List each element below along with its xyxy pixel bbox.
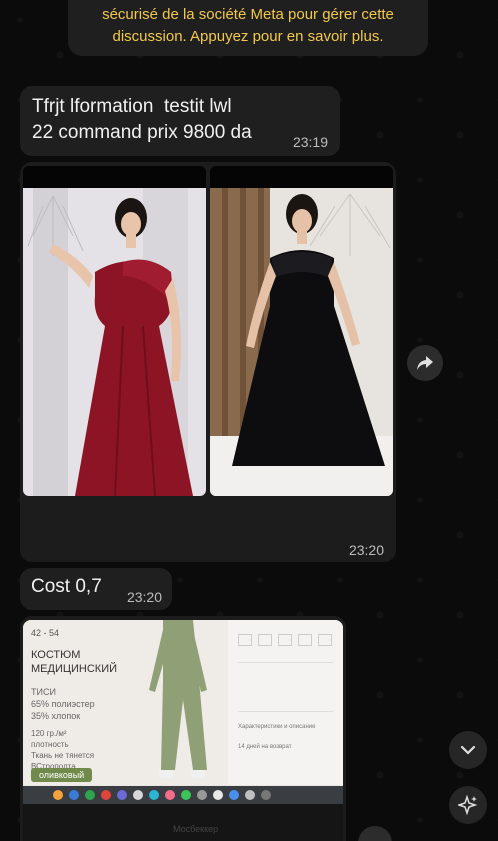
message-text: Cost 0,7 (31, 576, 102, 597)
image-message[interactable]: 42 - 54 КОСТЮМ МЕДИЦИНСКИЙ ТИСИ 65% поли… (20, 616, 346, 841)
desktop-taskbar (23, 786, 343, 804)
notice-line-2: discussion. Appuyez pour en savoir plus. (112, 28, 384, 45)
sparkle-icon (458, 795, 478, 815)
product-title: КОСТЮМ МЕДИЦИНСКИЙ (31, 649, 118, 675)
product-card: 42 - 54 КОСТЮМ МЕДИЦИНСКИЙ ТИСИ 65% поли… (23, 620, 228, 785)
model-figure (149, 620, 207, 778)
meta-ai-button[interactable] (449, 786, 487, 824)
monitor-bezel: Мосбеккер (23, 804, 343, 841)
chevron-down-icon (460, 745, 476, 755)
message-text: Tfrjt lformation testit lwl 22 command p… (32, 96, 252, 143)
incoming-message[interactable]: Tfrjt lformation testit lwl 22 command p… (20, 86, 340, 156)
photo-album-message[interactable]: 23:20 (20, 162, 396, 562)
message-time: 23:19 (292, 134, 328, 150)
product-weight: 120 гр./м² плотность Ткань не тянется ВС… (31, 729, 95, 771)
product-details: Характеристики и описание 14 дней на воз… (228, 620, 343, 785)
notice-line-1: sécurisé de la société Meta pour gérer c… (102, 6, 394, 23)
product-screenshot: 42 - 54 КОСТЮМ МЕДИЦИНСКИЙ ТИСИ 65% поли… (23, 620, 343, 841)
photo-red-dress[interactable] (23, 166, 206, 496)
message-time: 23:20 (126, 589, 162, 605)
album-time: 23:20 (348, 542, 384, 558)
encryption-notice[interactable]: sécurisé de la société Meta pour gérer c… (68, 0, 428, 56)
scroll-down-button[interactable] (449, 731, 487, 769)
share-arrow-icon (417, 356, 433, 370)
photo-black-dress[interactable] (210, 166, 393, 496)
product-fabric: ТИСИ 65% полиэстер 35% хлопок (31, 687, 95, 721)
incoming-message[interactable]: Cost 0,7 23:20 (20, 568, 172, 610)
color-chip: оливковый (31, 768, 93, 782)
forward-button[interactable] (407, 345, 443, 381)
